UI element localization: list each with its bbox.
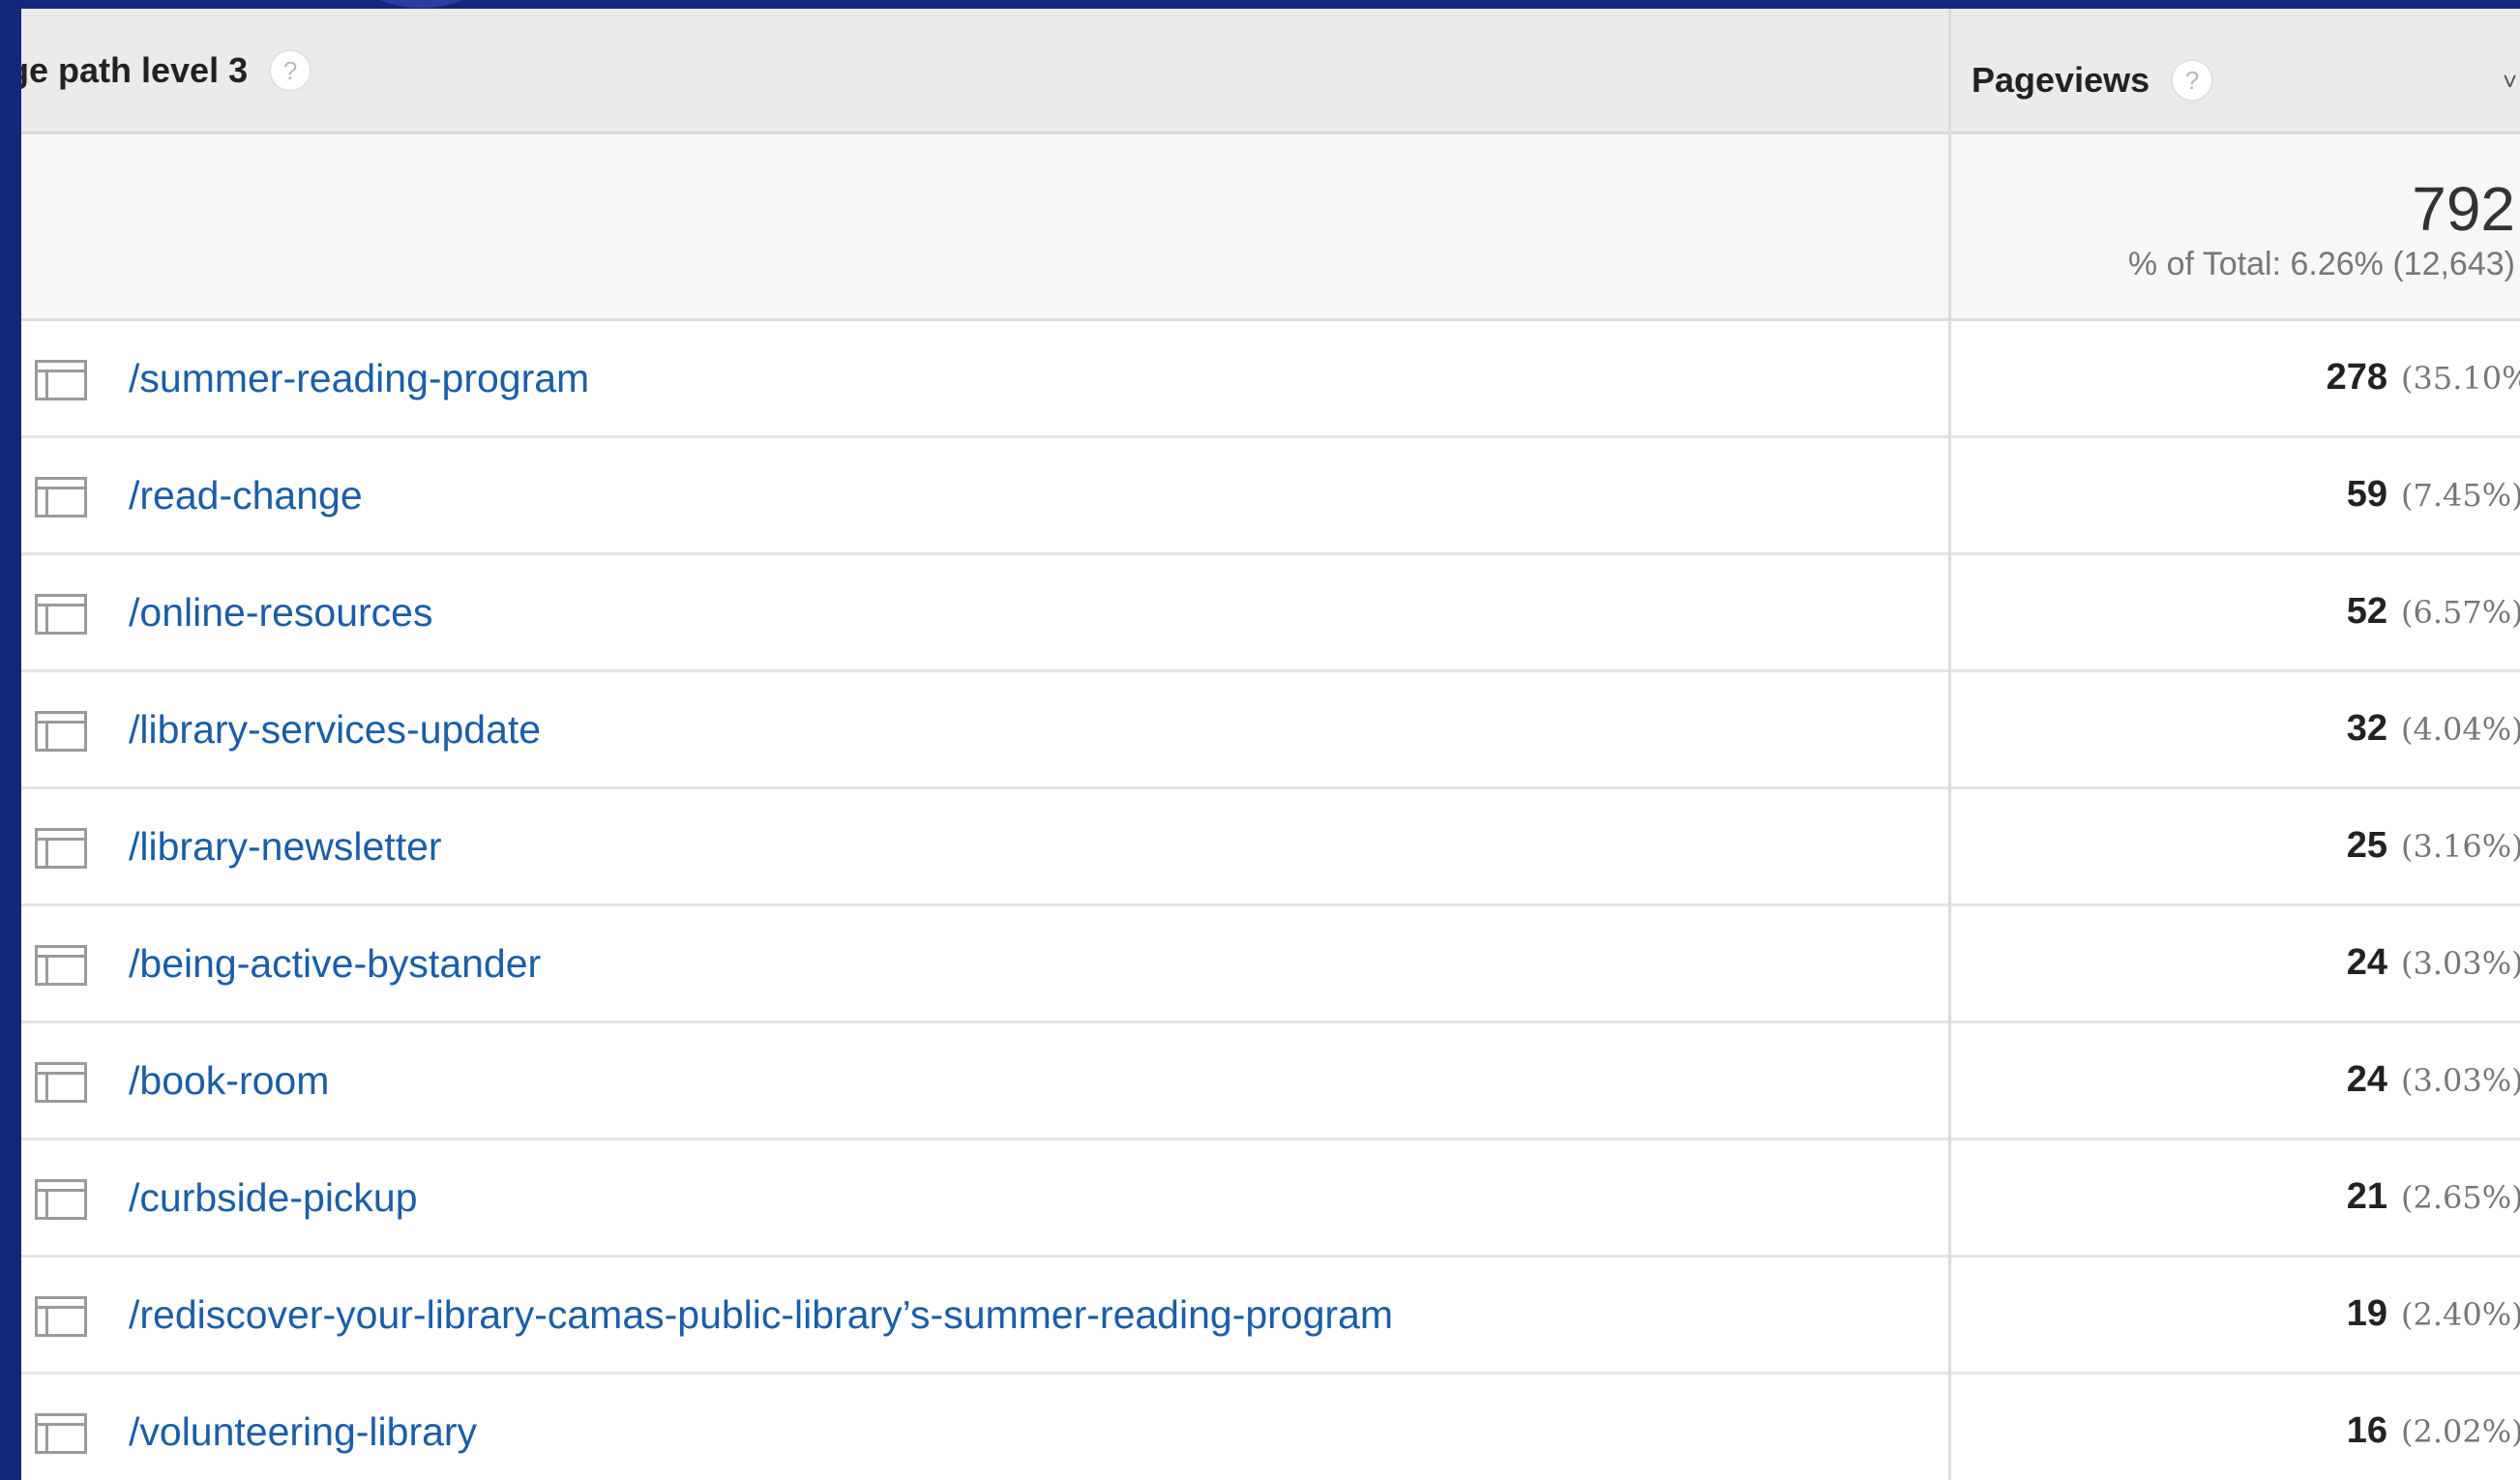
page-window-icon[interactable]	[35, 477, 87, 518]
background-decoration	[368, 0, 474, 8]
pageviews-column-header[interactable]: Pageviews ?	[1972, 59, 2214, 102]
page-path-link[interactable]: /library-services-update	[129, 707, 541, 753]
table-header-row: ge path level 3 ? Pageviews ? ˅	[21, 9, 2520, 134]
pageviews-percent: (3.03%)	[2401, 945, 2520, 982]
pageviews-value: 52	[2346, 591, 2387, 632]
dimension-column-header[interactable]: ge path level 3 ?	[21, 49, 312, 92]
pageviews-percent: (6.57%)	[2401, 594, 2520, 631]
page-path-link[interactable]: /being-active-bystander	[129, 941, 541, 987]
pageviews-percent: (4.04%)	[2401, 711, 2520, 748]
dimension-header-label[interactable]: ge path level 3	[21, 50, 248, 91]
page-window-icon[interactable]	[35, 594, 87, 635]
page-path-link[interactable]: /rediscover-your-library-camas-public-li…	[129, 1292, 1393, 1338]
page-path-link[interactable]: /volunteering-library	[129, 1409, 477, 1455]
table-row: /online-resources 52 (6.57%)	[21, 555, 2520, 672]
table-row: /read-change 59 (7.45%)	[21, 438, 2520, 555]
pageviews-value: 19	[2346, 1293, 2387, 1334]
page-path-link[interactable]: /summer-reading-program	[129, 356, 589, 401]
pageviews-percent: (2.02%)	[2401, 1413, 2520, 1450]
table-body: /summer-reading-program 278 (35.10%) /re…	[21, 321, 2520, 1480]
page-window-icon[interactable]	[35, 360, 87, 400]
page-path-link[interactable]: /read-change	[129, 473, 363, 518]
pageviews-table: ge path level 3 ? Pageviews ? ˅ 792 % of…	[21, 9, 2520, 1480]
sort-chevron-icon[interactable]: ˅	[2503, 69, 2517, 94]
table-row: /volunteering-library 16 (2.02%)	[21, 1375, 2520, 1480]
pageviews-percent: (7.45%)	[2401, 477, 2520, 514]
summary-row: 792 % of Total: 6.26% (12,643)	[21, 134, 2520, 321]
help-circle-icon[interactable]: ?	[2171, 59, 2214, 102]
pageviews-percent: (2.65%)	[2401, 1179, 2520, 1216]
pageviews-value: 24	[2346, 1059, 2387, 1100]
page-path-link[interactable]: /online-resources	[129, 590, 433, 636]
pageviews-percent: (3.03%)	[2401, 1062, 2520, 1099]
table-row: /rediscover-your-library-camas-public-li…	[21, 1258, 2520, 1375]
pageviews-value: 24	[2346, 942, 2387, 983]
page-window-icon[interactable]	[35, 1413, 87, 1454]
page-window-icon[interactable]	[35, 1062, 87, 1103]
summary-total-pageviews: 792	[2412, 174, 2515, 244]
pageviews-value: 59	[2346, 474, 2387, 515]
pageviews-value: 278	[2326, 357, 2387, 398]
help-circle-icon[interactable]: ?	[269, 49, 312, 92]
pageviews-value: 21	[2346, 1176, 2387, 1217]
page-window-icon[interactable]	[35, 1179, 87, 1220]
pageviews-value: 25	[2346, 825, 2387, 866]
table-row: /curbside-pickup 21 (2.65%)	[21, 1140, 2520, 1258]
pageviews-percent: (35.10%)	[2401, 360, 2520, 397]
column-divider	[1948, 9, 1951, 1480]
table-row: /library-services-update 32 (4.04%)	[21, 672, 2520, 789]
pageviews-percent: (3.16%)	[2401, 828, 2520, 865]
table-row: /library-newsletter 25 (3.16%)	[21, 789, 2520, 906]
pageviews-value: 32	[2346, 708, 2387, 749]
table-row: /book-room 24 (3.03%)	[21, 1023, 2520, 1140]
pageviews-value: 16	[2346, 1410, 2387, 1451]
summary-pct-of-total: % of Total: 6.26% (12,643)	[2127, 246, 2515, 282]
page-path-link[interactable]: /library-newsletter	[129, 824, 442, 870]
page-path-link[interactable]: /curbside-pickup	[129, 1175, 418, 1221]
pageviews-header-label[interactable]: Pageviews	[1972, 60, 2149, 101]
page-window-icon[interactable]	[35, 828, 87, 869]
page-window-icon[interactable]	[35, 711, 87, 752]
pageviews-percent: (2.40%)	[2401, 1296, 2520, 1333]
table-row: /being-active-bystander 24 (3.03%)	[21, 906, 2520, 1023]
table-row: /summer-reading-program 278 (35.10%)	[21, 321, 2520, 438]
page-path-link[interactable]: /book-room	[129, 1058, 329, 1104]
page-window-icon[interactable]	[35, 1296, 87, 1337]
page-window-icon[interactable]	[35, 945, 87, 986]
